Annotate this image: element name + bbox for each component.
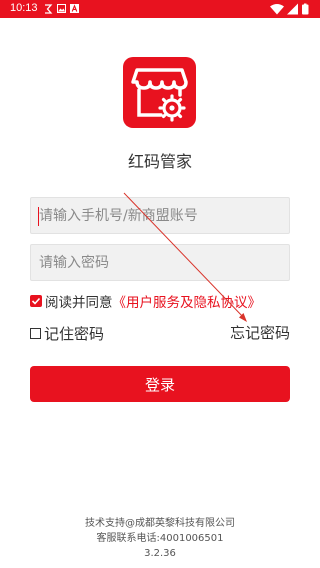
agreement-link[interactable]: 《用户服务及隐私协议》 bbox=[113, 291, 262, 311]
forgot-password-link[interactable]: 忘记密码 bbox=[230, 322, 290, 344]
notification-icon bbox=[45, 4, 53, 14]
agreement-row: 阅读并同意 《用户服务及隐私协议》 bbox=[30, 291, 261, 311]
agreement-text: 阅读并同意 bbox=[45, 295, 113, 311]
remember-label: 记住密码 bbox=[44, 324, 105, 343]
version-text: 3.2.36 bbox=[144, 548, 176, 559]
image-icon bbox=[57, 4, 66, 13]
remember-row[interactable]: 记住密码 bbox=[30, 322, 104, 344]
password-field[interactable] bbox=[30, 244, 290, 281]
battery-icon bbox=[302, 3, 309, 15]
status-time: 10:13 bbox=[10, 2, 38, 14]
store-settings-icon bbox=[131, 68, 188, 122]
text-caret bbox=[38, 207, 39, 226]
status-right-icons bbox=[270, 3, 309, 15]
checkmark-icon bbox=[31, 297, 41, 305]
account-input[interactable] bbox=[31, 198, 289, 233]
agreement-checkbox[interactable] bbox=[30, 295, 42, 307]
wifi-icon bbox=[270, 4, 284, 15]
account-field[interactable] bbox=[30, 197, 290, 234]
login-button[interactable]: 登录 bbox=[30, 366, 290, 402]
signal-icon bbox=[287, 3, 298, 15]
phone-text: 客服联系电话:4001006501 bbox=[96, 533, 224, 544]
app-name: 红码管家 bbox=[127, 152, 192, 171]
status-bar: 10:13 bbox=[0, 0, 320, 18]
app-logo bbox=[123, 57, 196, 128]
remember-checkbox[interactable] bbox=[30, 327, 41, 339]
a-icon bbox=[70, 4, 79, 13]
password-input[interactable] bbox=[31, 245, 289, 280]
support-text: 技术支持@成都英黎科技有限公司 bbox=[85, 518, 235, 529]
footer: 技术支持@成都英黎科技有限公司 客服联系电话:4001006501 3.2.36 bbox=[0, 516, 320, 561]
